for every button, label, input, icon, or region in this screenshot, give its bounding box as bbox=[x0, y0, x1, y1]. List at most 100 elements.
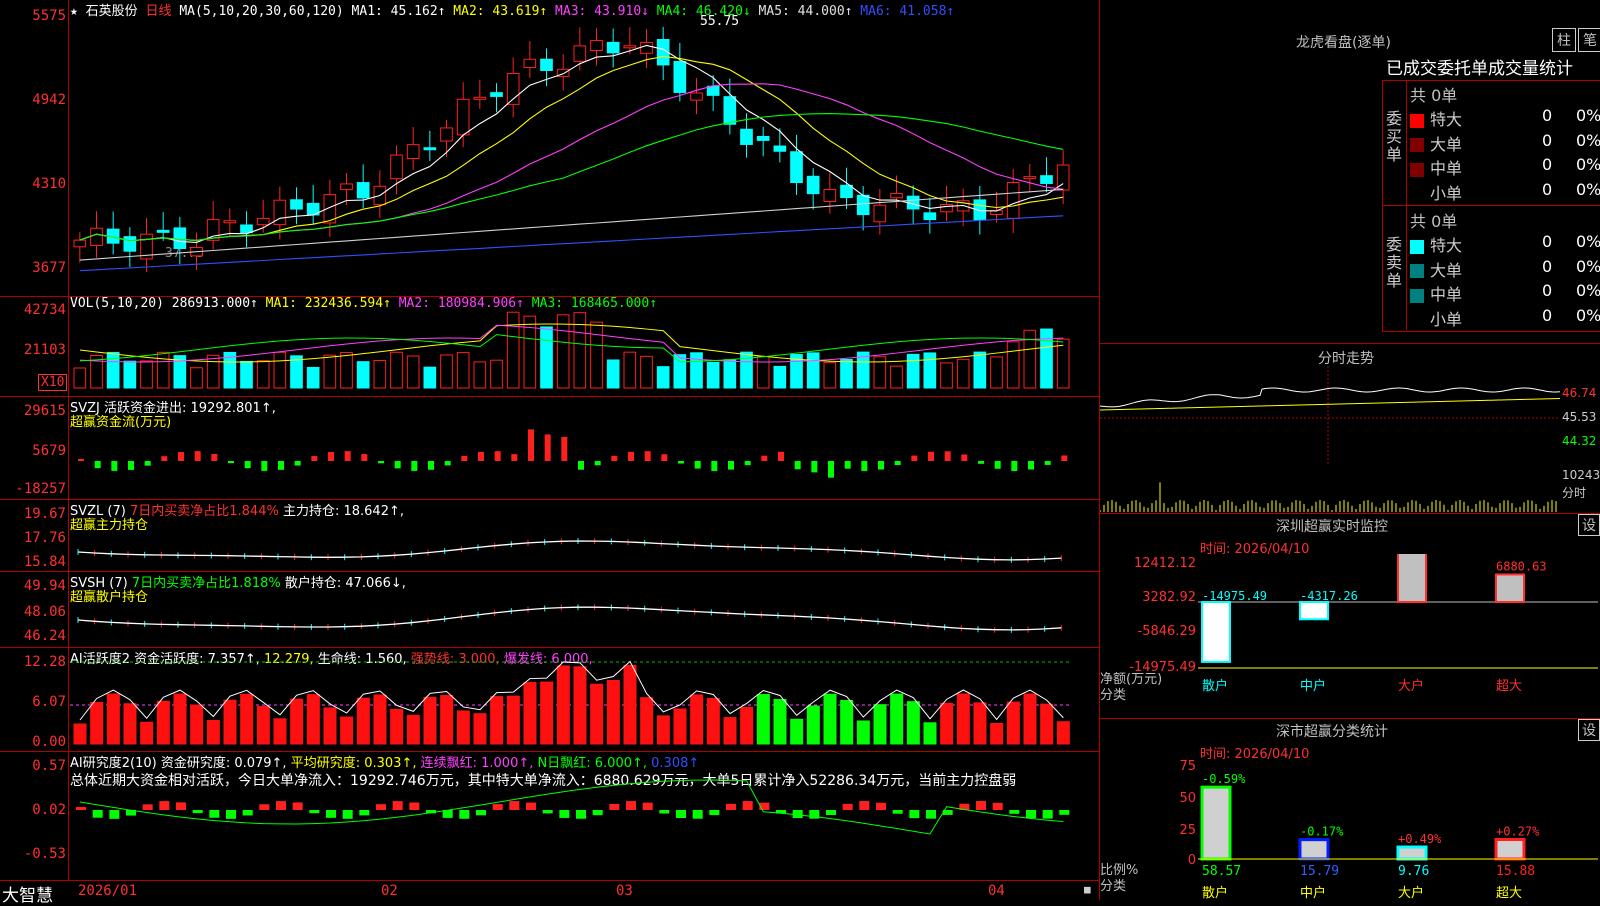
stats-panel[interactable]: 深市超赢分类统计 设 时间: 2026/04/10 75 50 25 0 比例%… bbox=[1100, 718, 1600, 901]
ai-research-pane[interactable]: 0.57 0.02 -0.53 AI研究度2(10) 资金研究度: 0.079↑… bbox=[0, 752, 1100, 862]
research-bar bbox=[292, 802, 303, 810]
candle-body bbox=[73, 239, 87, 248]
retail-holding-chart[interactable] bbox=[70, 572, 1098, 647]
activity-bar bbox=[823, 693, 837, 745]
activity-bar bbox=[73, 723, 87, 745]
fund-flow-bar bbox=[961, 454, 968, 461]
ai1-axis-label: 12.28 bbox=[23, 654, 66, 670]
candle-body bbox=[356, 182, 370, 199]
candle-body bbox=[490, 92, 503, 97]
fund-flow-bar bbox=[794, 461, 801, 470]
volume-bar bbox=[423, 366, 437, 389]
order-row-pct: 0% bbox=[1576, 179, 1600, 199]
volume-bar bbox=[473, 361, 487, 389]
activity-bar bbox=[740, 706, 754, 745]
research-bar bbox=[409, 802, 420, 810]
app-logo: 大智慧 bbox=[2, 886, 53, 906]
research-bar bbox=[76, 807, 86, 810]
fund-flow-bar bbox=[578, 461, 584, 470]
svzj-axis-label: 5679 bbox=[32, 443, 66, 459]
order-row-pct: 0% bbox=[1576, 256, 1600, 276]
volume-chart[interactable] bbox=[70, 310, 1098, 396]
stats-axis-label: 25 bbox=[1179, 823, 1196, 838]
candle-body bbox=[773, 145, 787, 152]
candle-body bbox=[690, 92, 703, 101]
ai2-axis-label: 0.02 bbox=[32, 802, 66, 818]
fund-flow-bar bbox=[528, 429, 534, 461]
intraday-panel[interactable]: 分时走势 46.74 45.53 44.32 10243 分时 bbox=[1100, 343, 1600, 514]
stats-bar bbox=[1200, 785, 1232, 861]
research-bar bbox=[176, 802, 186, 810]
volume-pane[interactable]: 42734 21103 X10 VOL(5,10,20) 286913.000↑… bbox=[0, 296, 1100, 397]
main-holding-chart[interactable] bbox=[70, 500, 1098, 571]
fund-flow-bar bbox=[411, 461, 418, 471]
svzl-pane[interactable]: 19.67 17.76 15.84 SVZL (7) 7日内买卖净占比1.844… bbox=[0, 500, 1100, 572]
activity-bar bbox=[106, 693, 120, 745]
svsh-pane[interactable]: 49.94 48.06 46.24 SVSH (7) 7日内买卖净占比1.818… bbox=[0, 572, 1100, 648]
monitor-chart[interactable]: -14975.49散户-4317.26中户12412.12大户6880.63超大 bbox=[1198, 554, 1598, 718]
lock-icon[interactable]: ■ bbox=[1084, 883, 1091, 896]
activity-bar bbox=[923, 722, 937, 745]
volume-bar bbox=[390, 351, 403, 389]
candle-body bbox=[623, 45, 637, 49]
order-row-name: 特大 bbox=[1430, 236, 1463, 255]
research-bar bbox=[592, 810, 603, 816]
vol-axis-label: 42734 bbox=[23, 302, 66, 318]
volume-bar bbox=[773, 365, 787, 389]
ai-activity-pane[interactable]: 12.28 6.07 0.00 AI活跃度2 资金活跃度: 7.357↑, 12… bbox=[0, 648, 1100, 752]
ai1-axis-label: 6.07 bbox=[32, 694, 66, 710]
stats-axis-label: 75 bbox=[1179, 759, 1196, 774]
order-color-swatch bbox=[1410, 239, 1424, 254]
stats-chart[interactable]: -0.59% 58.57 散户 -0.17% 15.79 中户 +0.49% 9.76 大户 +0… bbox=[1198, 759, 1598, 901]
tick-mode-button[interactable]: 笔 bbox=[1578, 28, 1600, 52]
research-chart[interactable] bbox=[70, 752, 1098, 862]
order-row: 小单 0 0% bbox=[1410, 179, 1600, 203]
order-row-count: 0 bbox=[1542, 281, 1553, 300]
dragon-tabs[interactable]: 已成交委托单成交量统计 bbox=[1386, 54, 1573, 79]
stats-settings-button[interactable]: 设 bbox=[1578, 719, 1600, 741]
candle-body bbox=[456, 98, 470, 136]
volume-bar bbox=[906, 353, 920, 389]
candlestick-chart[interactable] bbox=[70, 14, 1098, 294]
intraday-chart[interactable] bbox=[1100, 366, 1560, 512]
volume-bar bbox=[640, 355, 653, 389]
order-color-swatch bbox=[1410, 264, 1424, 278]
fund-flow-chart[interactable] bbox=[70, 397, 1098, 499]
activity-bar bbox=[340, 716, 354, 745]
volume-bar bbox=[806, 352, 820, 389]
candle-body bbox=[123, 236, 137, 252]
fund-flow-bar bbox=[678, 461, 684, 464]
research-bar bbox=[926, 810, 936, 819]
fund-flow-bar bbox=[761, 455, 768, 461]
buy-side-label: 委买单 bbox=[1386, 109, 1403, 164]
monitor-value: 6880.63 bbox=[1496, 559, 1547, 573]
monitor-settings-button[interactable]: 设 bbox=[1578, 514, 1600, 536]
stats-pct: -0.59% bbox=[1202, 772, 1246, 786]
stats-value: 9.76 bbox=[1398, 864, 1429, 879]
candle-body bbox=[756, 135, 770, 141]
research-bar bbox=[842, 803, 853, 810]
activity-bar bbox=[940, 702, 954, 745]
volume-bar bbox=[440, 354, 453, 389]
volume-bar bbox=[140, 360, 153, 389]
fund-flow-bar bbox=[111, 461, 118, 471]
fund-flow-bar bbox=[994, 461, 1001, 469]
bar-mode-button[interactable]: 柱 bbox=[1552, 28, 1576, 52]
research-bar bbox=[342, 810, 353, 819]
fund-flow-bar bbox=[194, 451, 201, 461]
order-row-count: 0 bbox=[1542, 106, 1553, 125]
price-axis-label: 4310 bbox=[32, 176, 66, 192]
activity-bar bbox=[140, 721, 154, 745]
activity-bar bbox=[490, 696, 504, 745]
stats-bar bbox=[1494, 838, 1526, 861]
dragon-panel: 龙虎看盘(逐单) 柱 笔 已成交委托单成交量统计 委买单 委卖单 共 0单 共 … bbox=[1100, 0, 1600, 343]
price-pane[interactable]: 5575 4942 4310 3677 ★ 石英股份 日线 MA(5,10,20… bbox=[0, 0, 1100, 297]
research-bar bbox=[909, 810, 920, 819]
svzj-pane[interactable]: 29615 5679 -18257 SVZJ 活跃资金进出: 19292.801… bbox=[0, 397, 1100, 500]
monitor-panel[interactable]: 深圳超赢实时监控 设 时间: 2026/04/10 12412.12 3282.… bbox=[1100, 513, 1600, 719]
activity-chart[interactable] bbox=[70, 648, 1098, 751]
research-bar bbox=[709, 810, 720, 816]
order-row-pct: 0% bbox=[1576, 106, 1600, 125]
order-color-swatch bbox=[1410, 288, 1424, 303]
stats-category: 大户 bbox=[1398, 885, 1424, 901]
